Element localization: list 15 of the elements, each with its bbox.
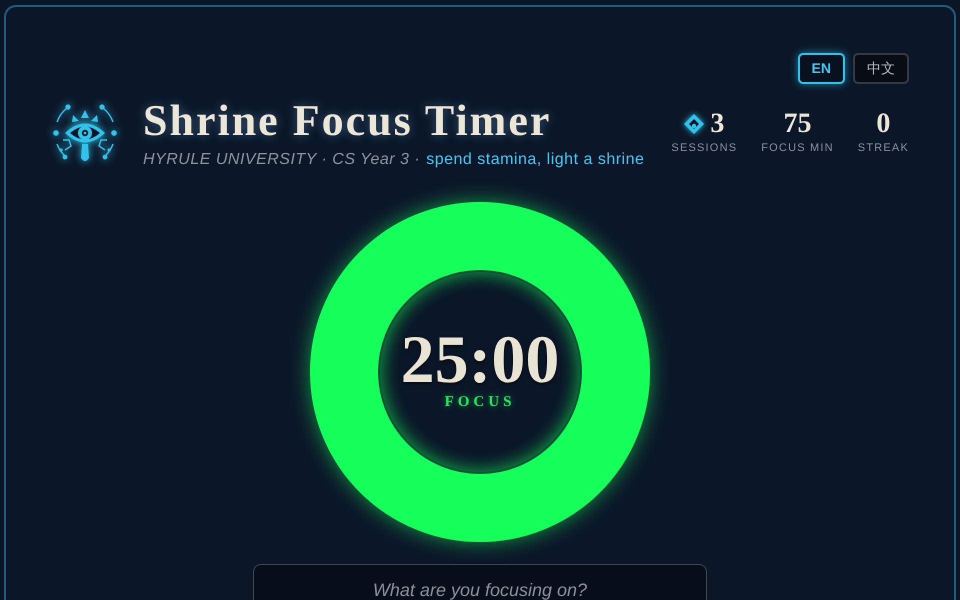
stat-value: 3 [710, 109, 724, 139]
stat-value: 75 [784, 109, 812, 139]
stat-label: SESSIONS [671, 141, 738, 155]
subtitle: HYRULE UNIVERSITY · CS Year 3 · [143, 150, 420, 170]
language-button[interactable]: 中文 [853, 53, 909, 84]
stat-label: FOCUS MIN [761, 141, 834, 155]
stat-value: 0 [876, 109, 890, 139]
tagline: spend stamina, light a shrine [426, 150, 644, 170]
task-input-field[interactable]: What are you focusing on? [253, 564, 707, 600]
language-button[interactable]: EN [798, 53, 845, 84]
timer-mode-label: FOCUS [444, 393, 516, 411]
diamond-icon [684, 114, 704, 134]
app-title: Shrine Focus Timer [143, 98, 552, 144]
stat-label: STREAK [858, 141, 909, 155]
timer-display: 25:00 [400, 327, 560, 391]
